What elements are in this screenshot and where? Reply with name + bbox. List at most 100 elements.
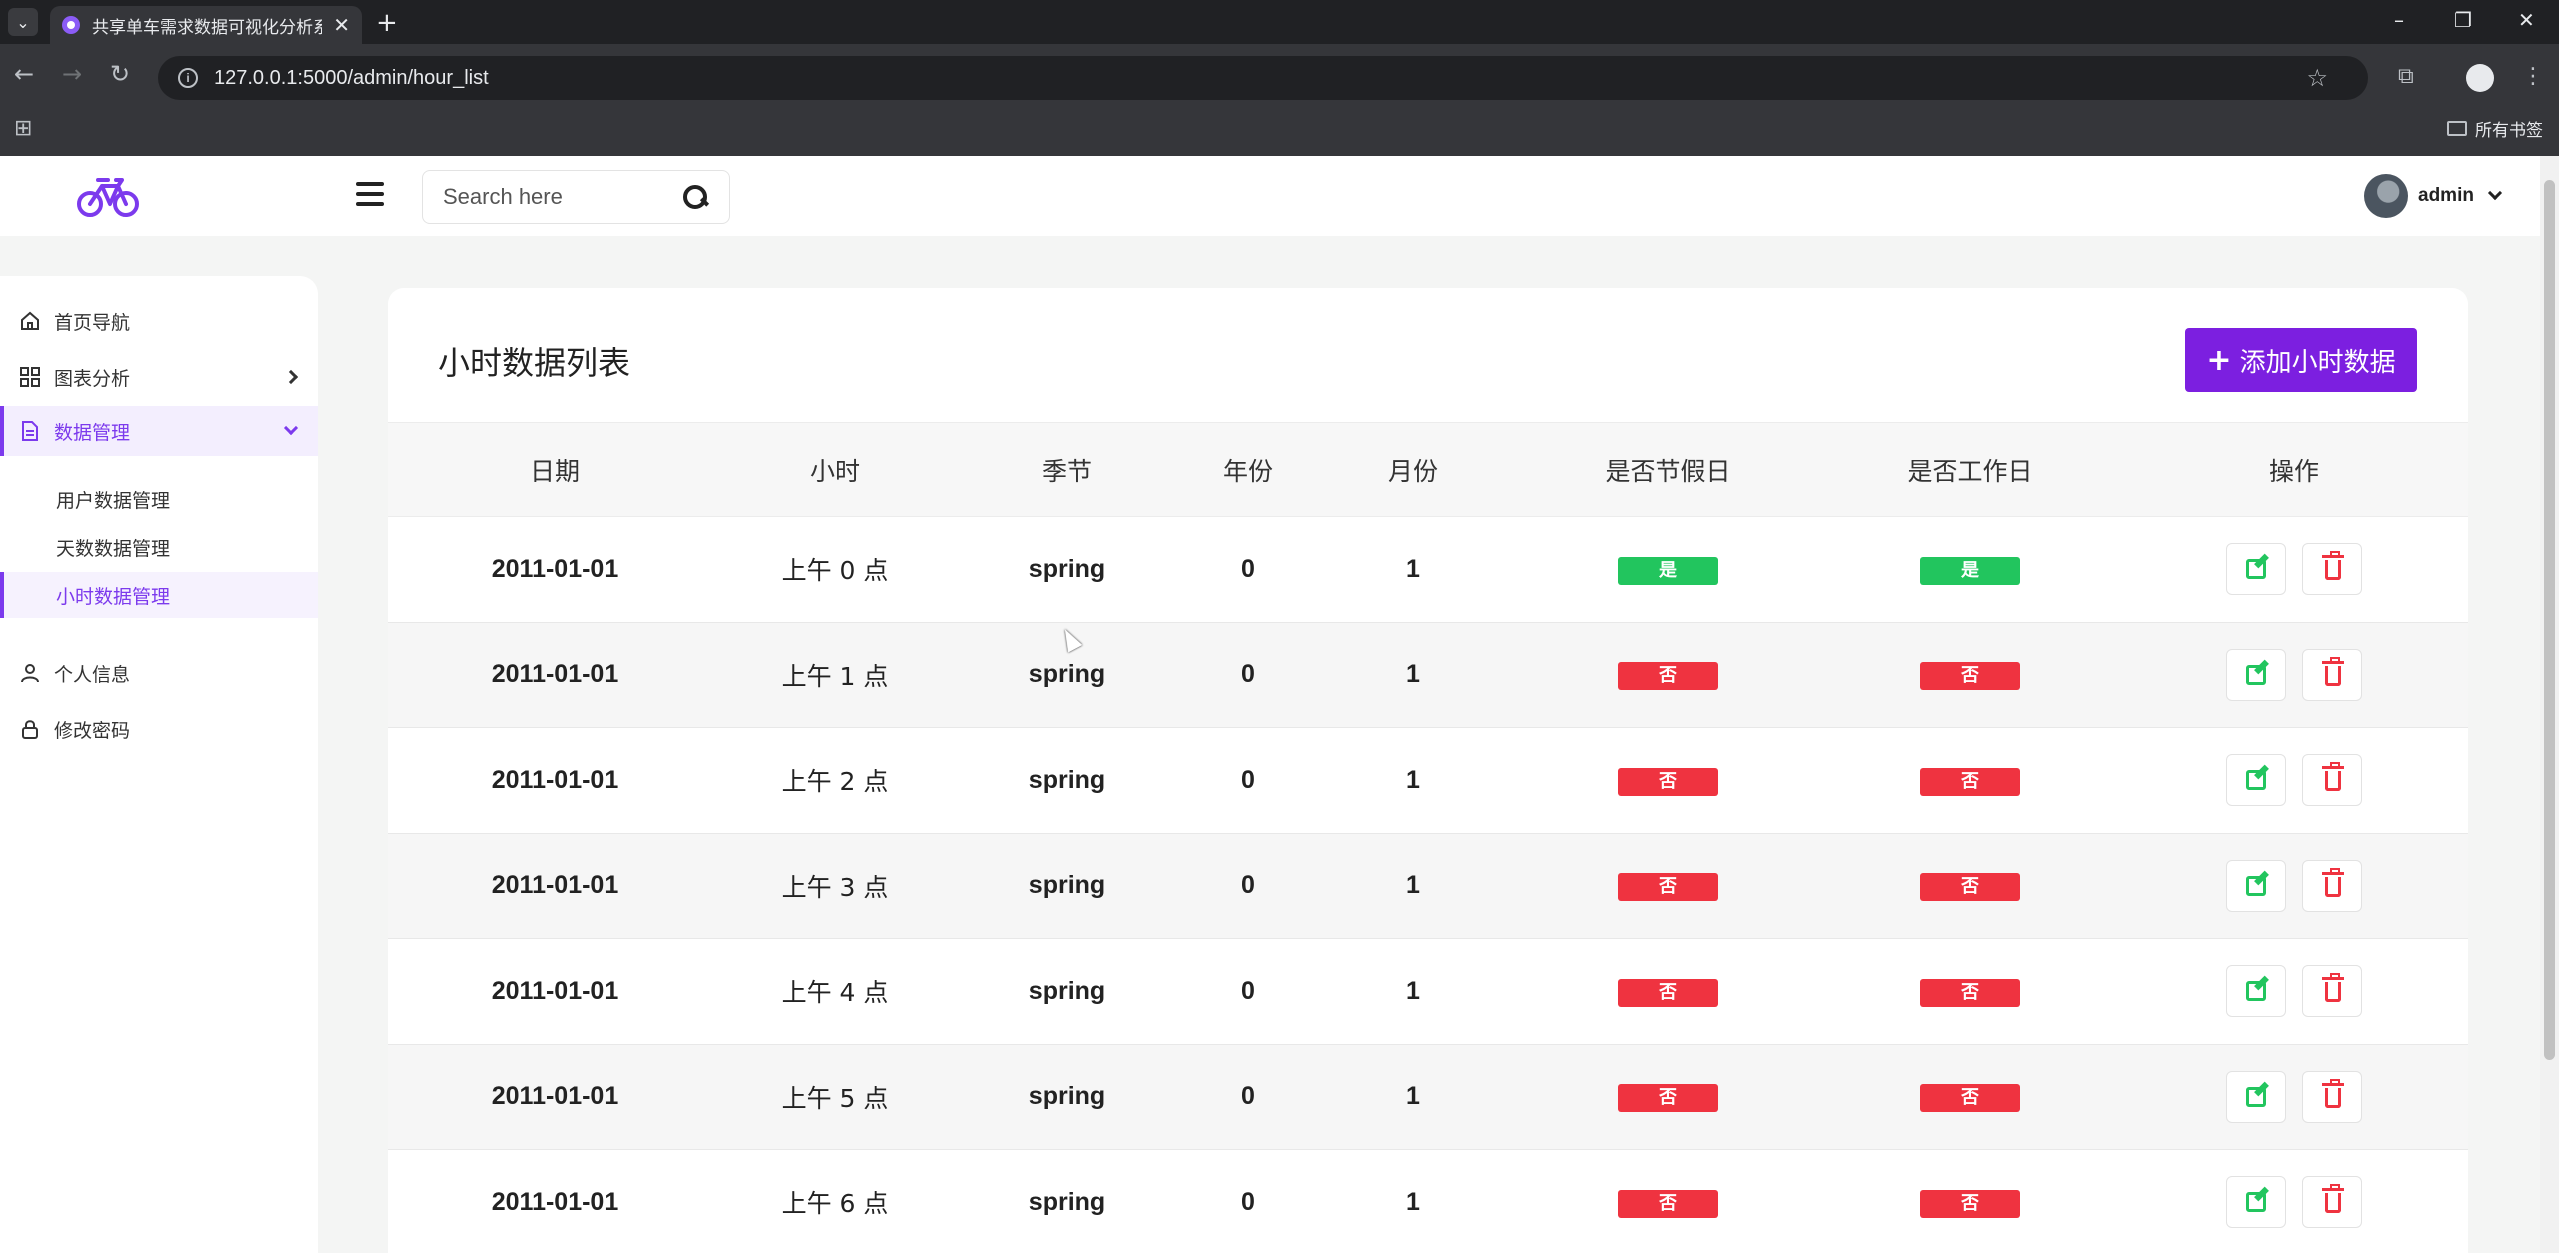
trash-icon xyxy=(2322,656,2344,686)
user-name[interactable]: admin xyxy=(2418,185,2474,207)
edit-button[interactable] xyxy=(2226,754,2286,807)
apps-grid-icon[interactable]: ⊞ xyxy=(14,116,32,141)
trash-icon xyxy=(2322,551,2344,581)
sidebar-item-change-password[interactable]: 修改密码 xyxy=(0,704,318,754)
cell-holiday: 否 xyxy=(1516,1150,1820,1253)
edit-button[interactable] xyxy=(2226,648,2286,701)
cell-date: 2011-01-01 xyxy=(491,976,619,1005)
sidebar-item-profile[interactable]: 个人信息 xyxy=(0,648,318,698)
site-info-icon[interactable]: i xyxy=(178,68,198,88)
cell-workday: 否 xyxy=(1820,833,2120,939)
cell-year: 0 xyxy=(1241,871,1255,900)
hour-data-table: 日期 小时 季节 年份 月份 是否节假日 是否工作日 操作 2011-01-01 上午 0 点 s… xyxy=(388,422,2468,1253)
search-box[interactable]: Search here xyxy=(422,170,730,224)
minimize-icon[interactable]: – xyxy=(2394,8,2404,32)
sidebar-subitem-user-data[interactable]: 用户数据管理 xyxy=(0,476,318,522)
delete-button[interactable] xyxy=(2302,754,2362,807)
cell-date: 2011-01-01 xyxy=(491,871,619,900)
sidebar-subitem-label: 用户数据管理 xyxy=(56,489,171,512)
delete-button[interactable] xyxy=(2302,965,2362,1018)
address-bar[interactable]: i 127.0.0.1:5000/admin/hour_list ☆ xyxy=(158,56,2368,100)
reload-icon[interactable]: ↻ xyxy=(110,60,130,88)
cell-season: spring xyxy=(1028,554,1106,583)
all-bookmarks[interactable]: 所有书签 xyxy=(2447,116,2543,141)
profile-icon[interactable] xyxy=(2466,64,2494,92)
edit-button[interactable] xyxy=(2226,543,2286,596)
sidebar-subitem-label: 天数数据管理 xyxy=(56,537,171,560)
edit-icon xyxy=(2246,1086,2266,1107)
tab-search-button[interactable]: ⌄ xyxy=(8,8,38,36)
cell-actions xyxy=(2120,939,2468,1045)
edit-button[interactable] xyxy=(2226,965,2286,1018)
tab-close-icon[interactable]: ✕ xyxy=(333,13,350,37)
sidebar-item-data-management[interactable]: 数据管理 xyxy=(0,406,318,456)
sidebar-item-charts[interactable]: 图表分析 xyxy=(0,352,318,402)
cell-holiday: 否 xyxy=(1516,1044,1820,1150)
cell-season: spring xyxy=(1028,976,1106,1005)
add-hour-data-button[interactable]: + 添加小时数据 xyxy=(2185,328,2417,392)
delete-button[interactable] xyxy=(2302,1176,2362,1229)
browser-menu-icon[interactable]: ⋮ xyxy=(2522,64,2544,89)
bicycle-logo-icon[interactable] xyxy=(76,172,140,220)
bookmarks-label: 所有书签 xyxy=(2475,121,2543,141)
status-badge: 是 xyxy=(1920,556,2020,585)
cell-month: 1 xyxy=(1406,554,1420,583)
user-menu[interactable]: admin xyxy=(2364,174,2503,218)
cell-hour: 上午 1 点 xyxy=(781,661,889,691)
trash-icon xyxy=(2322,1184,2344,1214)
cell-hour: 上午 0 点 xyxy=(781,556,889,586)
window-close-icon[interactable]: ✕ xyxy=(2518,8,2535,32)
table-row: 2011-01-01 上午 0 点 spring 0 1 是 是 xyxy=(388,517,2468,623)
sidebar-subitem-hour-data[interactable]: 小时数据管理 xyxy=(0,572,318,618)
column-header: 小时 xyxy=(809,456,860,486)
back-icon[interactable]: ← xyxy=(14,60,34,88)
sidebar-item-home[interactable]: 首页导航 xyxy=(0,296,318,346)
status-badge: 否 xyxy=(1618,662,1718,691)
forward-icon[interactable]: → xyxy=(62,60,82,88)
table-row: 2011-01-01 上午 5 点 spring 0 1 否 否 xyxy=(388,1044,2468,1150)
column-header: 日期 xyxy=(529,456,580,486)
search-input[interactable]: Search here xyxy=(443,184,681,210)
avatar[interactable] xyxy=(2364,174,2408,218)
delete-button[interactable] xyxy=(2302,648,2362,701)
edit-button[interactable] xyxy=(2226,859,2286,912)
status-badge: 否 xyxy=(1618,767,1718,796)
browser-tab-bar: ⌄ 共享单车需求数据可视化分析系 ✕ + – ❐ ✕ xyxy=(0,0,2559,44)
edit-icon xyxy=(2246,664,2266,685)
cell-workday: 否 xyxy=(1820,939,2120,1045)
chevron-down-icon[interactable] xyxy=(2487,185,2503,201)
table-row: 2011-01-01 上午 3 点 spring 0 1 否 否 xyxy=(388,833,2468,939)
cell-date: 2011-01-01 xyxy=(491,765,619,794)
sidebar-item-label: 首页导航 xyxy=(54,311,131,334)
bookmark-star-icon[interactable]: ☆ xyxy=(2306,64,2328,92)
menu-toggle-icon[interactable] xyxy=(356,182,384,206)
edit-icon xyxy=(2246,559,2266,580)
cell-year: 0 xyxy=(1241,554,1255,583)
lock-icon xyxy=(22,720,38,739)
edit-button[interactable] xyxy=(2226,1070,2286,1123)
delete-button[interactable] xyxy=(2302,859,2362,912)
table-row: 2011-01-01 上午 1 点 spring 0 1 否否 xyxy=(388,622,2468,728)
browser-tab[interactable]: 共享单车需求数据可视化分析系 ✕ xyxy=(50,6,362,44)
status-badge: 否 xyxy=(1920,1189,2020,1218)
column-header: 月份 xyxy=(1387,456,1438,486)
search-icon[interactable] xyxy=(681,183,709,211)
cell-season: spring xyxy=(1028,1187,1106,1216)
cell-actions xyxy=(2120,517,2468,623)
browser-toolbar: ← → ↻ i 127.0.0.1:5000/admin/hour_list ☆… xyxy=(0,44,2559,156)
page-title: 小时数据列表 xyxy=(438,344,631,382)
scrollbar-thumb[interactable] xyxy=(2544,180,2555,1060)
page-scrollbar[interactable] xyxy=(2540,156,2559,1253)
extensions-icon[interactable]: ⧉ xyxy=(2398,64,2414,89)
status-badge: 否 xyxy=(1920,767,2020,796)
restore-icon[interactable]: ❐ xyxy=(2454,8,2472,32)
status-badge: 否 xyxy=(1618,1084,1718,1113)
sidebar-subitem-day-data[interactable]: 天数数据管理 xyxy=(0,524,318,570)
trash-icon xyxy=(2322,1078,2344,1108)
delete-button[interactable] xyxy=(2302,543,2362,596)
delete-button[interactable] xyxy=(2302,1070,2362,1123)
edit-button[interactable] xyxy=(2226,1176,2286,1229)
new-tab-icon[interactable]: + xyxy=(376,8,398,38)
trash-icon xyxy=(2322,973,2344,1003)
url-text[interactable]: 127.0.0.1:5000/admin/hour_list xyxy=(214,67,489,90)
